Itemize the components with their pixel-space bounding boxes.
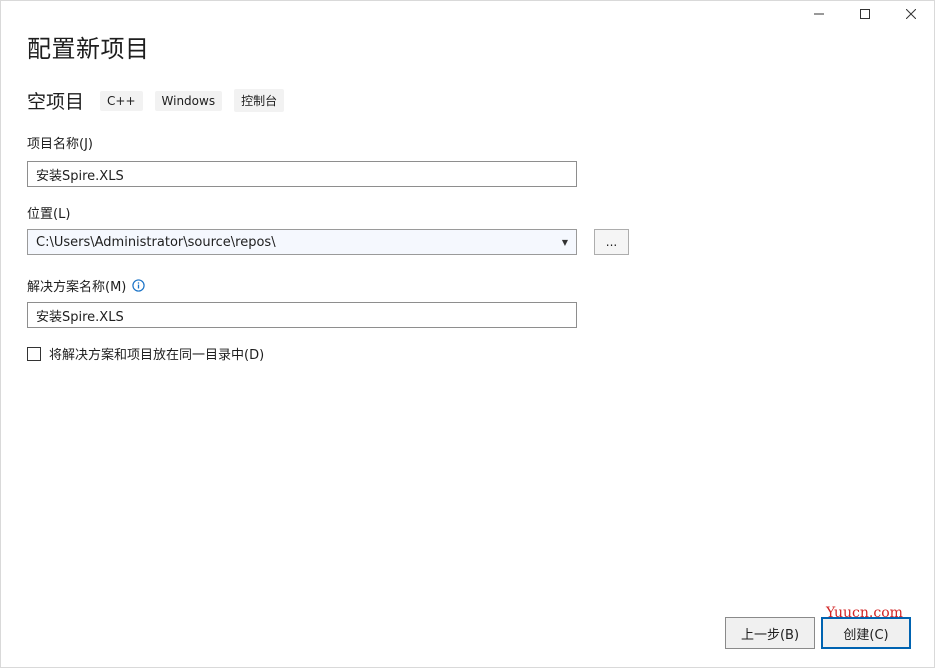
maximize-button[interactable] [842, 1, 888, 27]
location-value: C:\Users\Administrator\source\repos\ [36, 234, 276, 250]
page-title: 配置新项目 [27, 35, 150, 63]
dropdown-arrow-icon: ▼ [561, 237, 568, 247]
same-directory-option[interactable]: 将解决方案和项目放在同一目录中(D) [27, 344, 264, 363]
template-summary: 空项目 C++ Windows 控制台 [27, 87, 296, 114]
same-directory-label: 将解决方案和项目放在同一目录中(D) [49, 348, 265, 363]
solution-name-value: 安装Spire.XLS [36, 309, 124, 325]
tag-project-type: 控制台 [234, 89, 285, 112]
close-icon [906, 9, 916, 19]
tag-platform: Windows [154, 90, 223, 111]
solution-name-label: 解决方案名称(M) [27, 280, 127, 295]
project-name-label: 项目名称(J) [27, 137, 93, 152]
location-label: 位置(L) [27, 207, 71, 222]
location-combobox[interactable]: C:\Users\Administrator\source\repos\ ▼ [27, 229, 577, 255]
solution-name-input[interactable]: 安装Spire.XLS [27, 302, 577, 328]
dialog-window: 配置新项目 空项目 C++ Windows 控制台 项目名称(J) 安装Spir… [0, 0, 935, 668]
browse-button[interactable]: ... [594, 229, 629, 255]
template-name: 空项目 [27, 91, 85, 113]
info-icon[interactable] [132, 279, 146, 292]
close-button[interactable] [888, 1, 934, 27]
tag-language: C++ [100, 90, 143, 111]
solution-name-label-row: 解决方案名称(M) [27, 276, 146, 295]
window-controls [796, 1, 934, 27]
create-button[interactable]: 创建(C) [821, 617, 911, 649]
project-name-value: 安装Spire.XLS [36, 168, 124, 184]
minimize-button[interactable] [796, 1, 842, 27]
back-button[interactable]: 上一步(B) [725, 617, 815, 649]
minimize-icon [814, 13, 824, 15]
project-name-input[interactable]: 安装Spire.XLS [27, 161, 577, 187]
maximize-icon [860, 9, 870, 19]
same-directory-checkbox[interactable] [27, 346, 41, 361]
